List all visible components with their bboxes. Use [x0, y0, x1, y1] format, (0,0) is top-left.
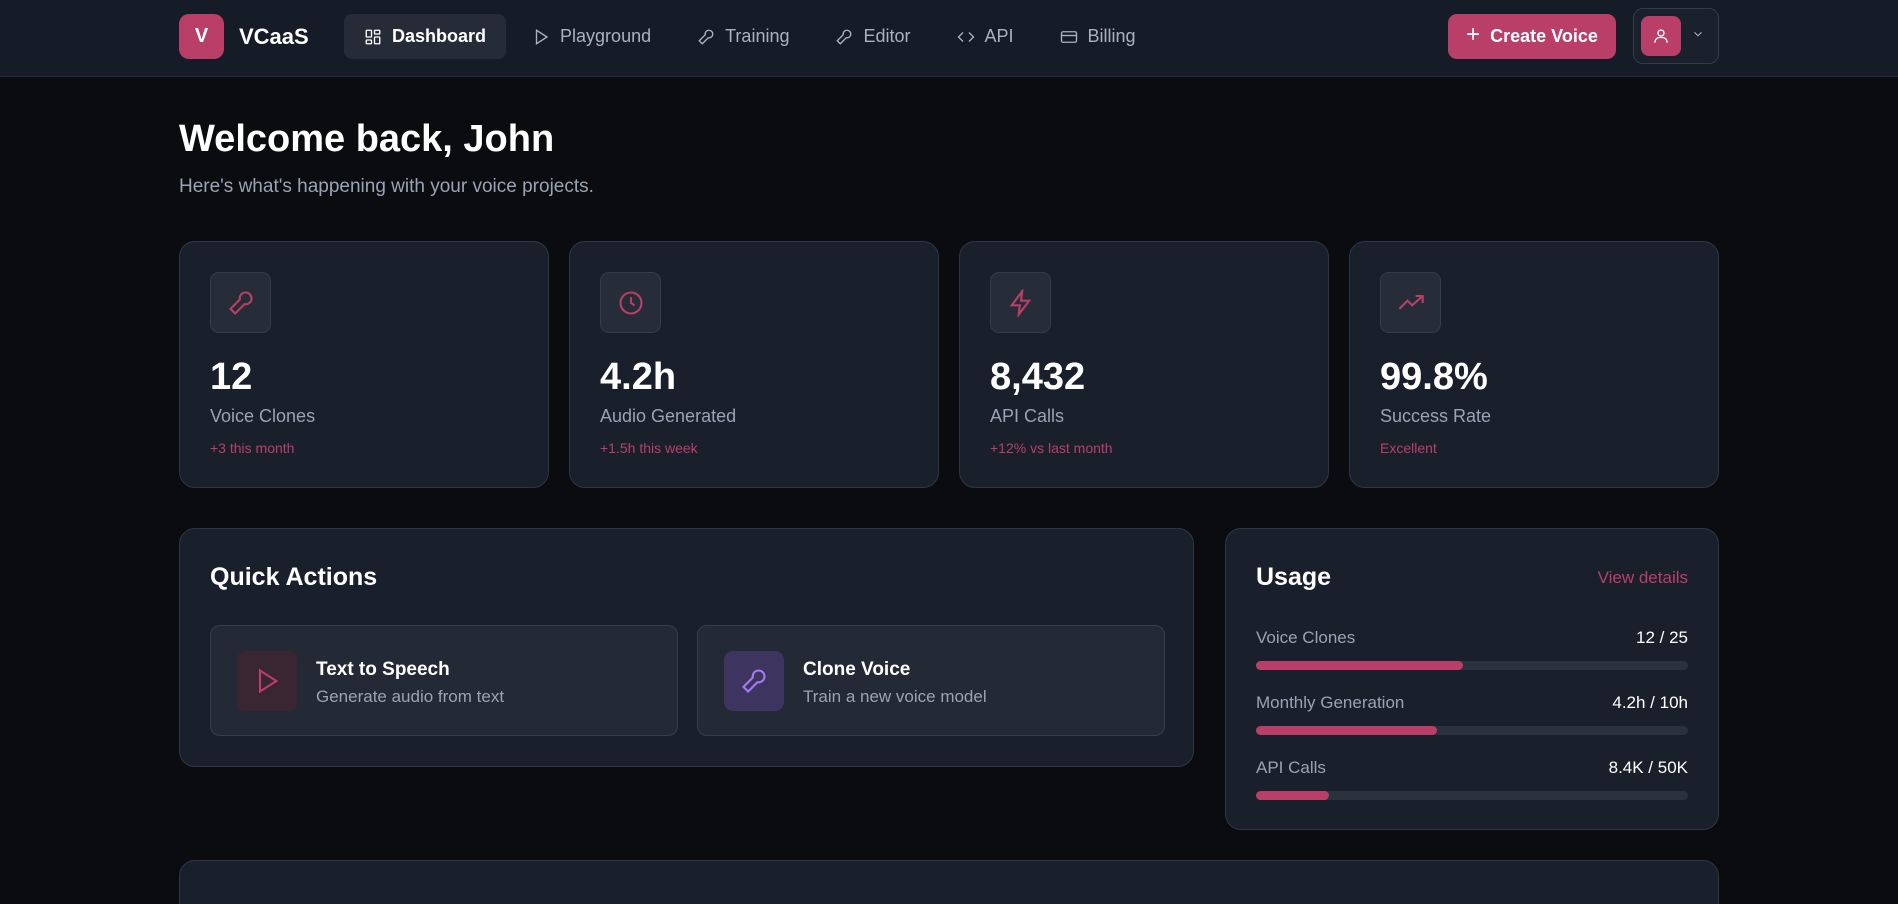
nav-item-playground[interactable]: Playground — [512, 14, 671, 59]
usage-progress-fill — [1256, 726, 1438, 735]
stat-card-voice-clones: 12 Voice Clones +3 this month — [179, 241, 549, 488]
usage-progress-fill — [1256, 791, 1330, 800]
user-menu[interactable] — [1633, 8, 1719, 64]
stat-note: Excellent — [1380, 440, 1437, 456]
code-icon — [957, 31, 974, 42]
view-details-link[interactable]: View details — [1598, 568, 1688, 588]
grid-icon — [365, 29, 381, 44]
main-nav: Dashboard Playground Training Editor API… — [344, 14, 1162, 59]
text-to-speech-action[interactable]: Text to Speech Generate audio from text — [210, 625, 678, 736]
nav-label: Training — [725, 26, 790, 46]
nav-label: Playground — [560, 26, 652, 46]
action-title: Text to Speech — [316, 659, 450, 680]
lightning-icon — [990, 272, 1051, 333]
stat-card-api-calls: 8,432 API Calls +12% vs last month — [959, 241, 1329, 488]
action-title: Clone Voice — [803, 659, 911, 680]
usage-name: API Calls — [1256, 758, 1326, 777]
nav-item-dashboard[interactable]: Dashboard — [344, 14, 507, 59]
user-icon — [1654, 29, 1668, 43]
nav-label: Billing — [1087, 26, 1136, 46]
stat-label: Success Rate — [1380, 406, 1492, 426]
stat-value: 12 — [210, 356, 253, 398]
stat-note: +1.5h this week — [600, 440, 698, 456]
pen-icon — [836, 29, 852, 45]
usage-value: 4.2h / 10h — [1612, 693, 1688, 712]
usage-name: Voice Clones — [1256, 628, 1356, 647]
card-icon — [1060, 30, 1077, 43]
page-title: Welcome back, John — [179, 118, 555, 160]
recent-activity-card — [179, 860, 1719, 904]
usage-progress-fill — [1256, 661, 1464, 670]
top-navbar: V VCaaS Dashboard Playground Training Ed… — [0, 0, 1898, 77]
usage-name: Monthly Generation — [1256, 693, 1405, 712]
stat-label: Voice Clones — [210, 406, 316, 426]
stat-card-audio-generated: 4.2h Audio Generated +1.5h this week — [569, 241, 939, 488]
usage-progress-track — [1256, 726, 1688, 735]
create-voice-label: Create Voice — [1490, 26, 1598, 46]
nav-item-training[interactable]: Training — [677, 14, 809, 59]
avatar — [1641, 16, 1681, 56]
brand-logo: V — [179, 14, 224, 59]
brand-name: VCaaS — [239, 23, 309, 49]
stat-value: 99.8% — [1380, 356, 1488, 398]
usage-value: 12 / 25 — [1636, 628, 1688, 647]
nav-item-editor[interactable]: Editor — [815, 14, 930, 59]
usage-value: 8.4K / 50K — [1608, 758, 1688, 777]
stat-note: +12% vs last month — [990, 440, 1113, 456]
usage-title: Usage — [1256, 563, 1332, 591]
quick-actions-title: Quick Actions — [210, 563, 378, 591]
clock-icon — [600, 272, 661, 333]
clone-voice-action[interactable]: Clone Voice Train a new voice model — [697, 625, 1165, 736]
usage-card: Usage View details Voice Clones 12 / 25 … — [1225, 528, 1719, 830]
action-desc: Generate audio from text — [316, 687, 505, 706]
play-icon — [237, 651, 297, 711]
trending-up-icon — [1380, 272, 1441, 333]
stat-note: +3 this month — [210, 440, 295, 456]
nav-label: Dashboard — [392, 26, 487, 46]
stat-label: Audio Generated — [600, 406, 737, 426]
play-icon — [535, 28, 549, 45]
usage-progress-track — [1256, 791, 1688, 800]
action-desc: Train a new voice model — [803, 687, 987, 706]
create-voice-button[interactable]: + Create Voice — [1448, 14, 1616, 59]
mic-icon — [698, 29, 714, 45]
nav-label: API — [984, 26, 1014, 46]
stat-card-success-rate: 99.8% Success Rate Excellent — [1349, 241, 1719, 488]
usage-progress-track — [1256, 661, 1688, 670]
stat-value: 4.2h — [600, 356, 677, 398]
page-subtitle: Here's what's happening with your voice … — [179, 176, 594, 197]
stat-label: API Calls — [990, 406, 1065, 426]
nav-item-api[interactable]: API — [937, 14, 1034, 59]
plus-icon: + — [1466, 21, 1481, 48]
quick-actions-card: Quick Actions Text to Speech Generate au… — [179, 528, 1194, 767]
nav-label: Editor — [863, 26, 911, 46]
brand[interactable]: V VCaaS — [179, 14, 309, 59]
microphone-icon — [724, 651, 784, 711]
nav-item-billing[interactable]: Billing — [1040, 14, 1156, 59]
chevron-down-icon — [1691, 27, 1705, 46]
microphone-icon — [210, 272, 271, 333]
stat-value: 8,432 — [990, 356, 1086, 398]
